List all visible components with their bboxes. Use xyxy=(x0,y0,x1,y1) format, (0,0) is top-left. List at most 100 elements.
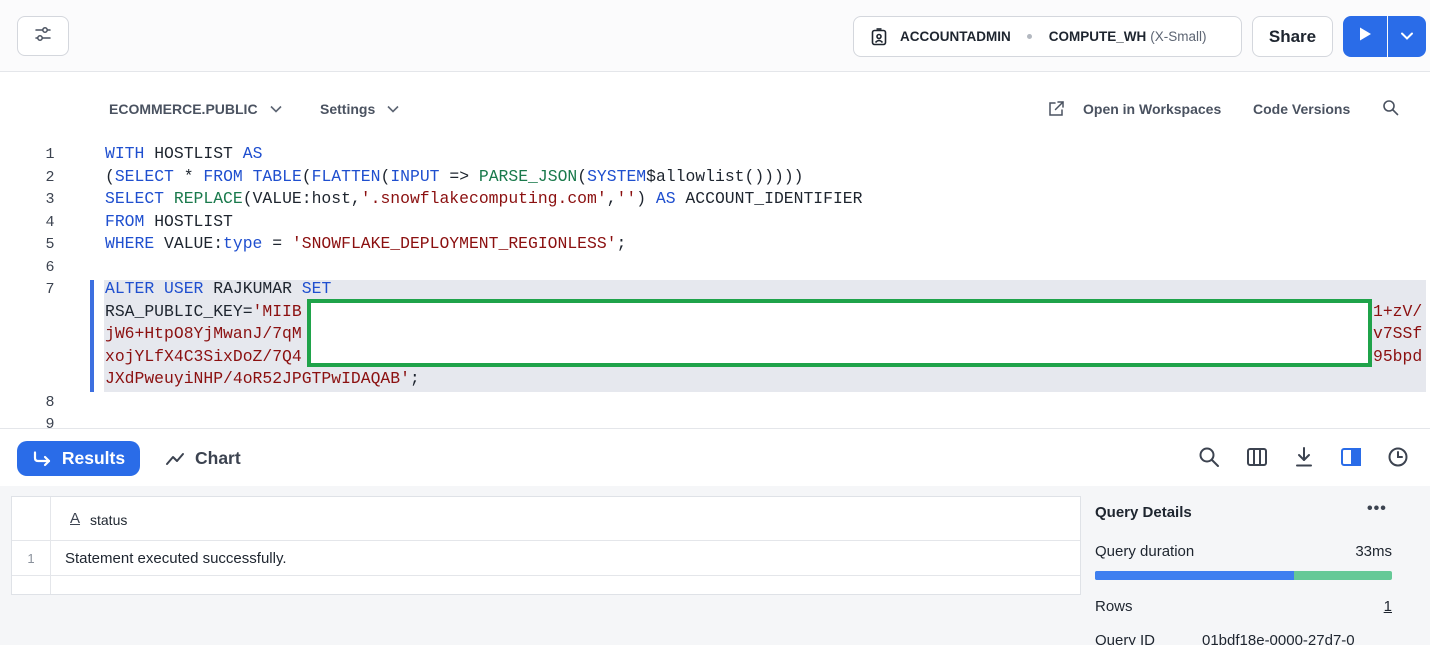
code-line-7-wrap-4[interactable]: JXdPweuyiNHP/4oR52JPGTPwIDAQAB'; xyxy=(105,368,420,391)
sql-keyword: WHERE xyxy=(105,234,155,253)
row-number-divider xyxy=(50,497,51,594)
open-in-workspaces-link[interactable]: Open in Workspaces xyxy=(1047,96,1221,122)
results-toolbar: Results Chart xyxy=(0,428,1430,486)
rows-label: Rows xyxy=(1095,598,1133,615)
sql-keyword: WITH xyxy=(105,144,145,163)
filter-settings-button[interactable] xyxy=(17,16,69,56)
search-results-button[interactable] xyxy=(1197,447,1221,471)
sql-text: HOSTLIST xyxy=(144,144,243,163)
code-line-3[interactable]: SELECT REPLACE(VALUE:host,'.snowflakecom… xyxy=(105,188,862,211)
chart-tab[interactable]: Chart xyxy=(165,441,241,476)
line-number: 4 xyxy=(45,214,55,231)
sql-keyword: SELECT xyxy=(114,167,174,186)
sql-string: 95bpd xyxy=(1373,347,1423,366)
role-name: ACCOUNTADMIN xyxy=(900,29,1011,44)
database-schema-label: ECOMMERCE.PUBLIC xyxy=(109,101,258,117)
toggle-details-panel-button[interactable] xyxy=(1339,447,1363,471)
columns-button[interactable] xyxy=(1245,447,1269,471)
sql-text: = xyxy=(262,234,292,253)
more-options-button[interactable]: ••• xyxy=(1367,500,1387,518)
editor-search-button[interactable] xyxy=(1382,96,1399,122)
context-selector[interactable]: ACCOUNTADMIN COMPUTE_WH (X-Small) xyxy=(853,16,1242,57)
line-number: 8 xyxy=(45,394,55,411)
side-panel-icon xyxy=(1340,447,1362,472)
sql-text: ( xyxy=(105,167,115,186)
download-icon xyxy=(1294,446,1314,473)
line-number: 3 xyxy=(45,191,55,208)
chevron-down-icon xyxy=(269,105,282,113)
line-number: 6 xyxy=(45,259,55,276)
query-duration-label: Query duration xyxy=(1095,543,1195,560)
sql-text: ) xyxy=(636,189,656,208)
search-icon xyxy=(1198,446,1220,473)
sql-text: * xyxy=(173,167,204,186)
warehouse-name: COMPUTE_WH xyxy=(1048,29,1147,44)
query-id-value[interactable]: 01bdf18e-0000-27d7-0 xyxy=(1202,632,1355,645)
code-line-7-wrap-2[interactable]: jW6+HtpO8YjMwanJ/7qM xyxy=(105,323,302,346)
query-duration-value: 33ms xyxy=(1355,543,1392,560)
line-number: 5 xyxy=(45,236,55,253)
line-number: 7 xyxy=(45,281,55,298)
sql-keyword: type xyxy=(223,234,263,253)
sql-keyword: SET xyxy=(301,279,332,298)
sql-string: v7SSf xyxy=(1373,324,1423,343)
code-versions-link[interactable]: Code Versions xyxy=(1253,96,1350,122)
download-button[interactable] xyxy=(1292,446,1316,473)
sql-keyword: FLATTEN xyxy=(311,167,381,186)
code-line-4[interactable]: FROM HOSTLIST xyxy=(105,211,233,234)
code-line-5[interactable]: WHERE VALUE:type = 'SNOWFLAKE_DEPLOYMENT… xyxy=(105,233,626,256)
column-header-status[interactable]: status xyxy=(90,512,127,528)
table-cell[interactable]: Statement executed successfully. xyxy=(65,550,287,567)
run-options-button[interactable] xyxy=(1388,16,1426,57)
sql-function: PARSE_JSON xyxy=(478,167,578,186)
external-link-icon xyxy=(1047,100,1065,118)
sql-text: , xyxy=(606,189,617,208)
settings-dropdown[interactable]: Settings xyxy=(320,96,399,122)
share-button[interactable]: Share xyxy=(1252,16,1333,57)
sql-string: 'MIIB xyxy=(252,302,302,321)
run-button[interactable] xyxy=(1343,16,1387,57)
settings-label: Settings xyxy=(320,101,376,117)
return-arrow-icon xyxy=(32,450,52,467)
separator-dot xyxy=(1026,34,1032,39)
line-number: 2 xyxy=(45,169,55,186)
line-number: 9 xyxy=(45,416,55,428)
code-line-7-wrap-2-tail: v7SSf xyxy=(1373,323,1422,346)
sql-string: '' xyxy=(616,189,637,208)
sql-text: ACCOUNT_IDENTIFIER xyxy=(675,189,863,208)
text-type-icon: A xyxy=(70,510,81,527)
code-line-1[interactable]: WITH HOSTLIST AS xyxy=(105,143,262,166)
code-line-7-wrap-1[interactable]: RSA_PUBLIC_KEY='MIIB xyxy=(105,301,302,324)
sql-text: $allowlist())))) xyxy=(646,167,804,186)
database-schema-selector[interactable]: ECOMMERCE.PUBLIC xyxy=(109,96,282,122)
results-tab[interactable]: Results xyxy=(17,441,140,476)
sql-string: 'SNOWFLAKE_DEPLOYMENT_REGIONLESS' xyxy=(291,234,617,253)
row-number: 1 xyxy=(27,551,35,566)
line-number: 1 xyxy=(45,146,55,163)
sql-keyword: SELECT xyxy=(105,189,165,208)
sql-keyword: FROM xyxy=(203,167,243,186)
warehouse-size: (X-Small) xyxy=(1150,29,1207,44)
code-line-7[interactable]: ALTER USER RAJKUMAR SET xyxy=(105,278,331,301)
sql-keyword: ALTER xyxy=(105,279,155,298)
code-line-2[interactable]: (SELECT * FROM TABLE(FLATTEN(INPUT => PA… xyxy=(105,166,804,189)
history-button[interactable] xyxy=(1386,447,1410,471)
code-line-7-wrap-3[interactable]: xojYLfX4C3SixDoZ/7Q4 xyxy=(105,346,302,369)
sql-string: xojYLfX4C3SixDoZ/7Q4 xyxy=(105,347,302,366)
rows-value[interactable]: 1 xyxy=(1384,598,1392,615)
sql-text: ( xyxy=(577,167,588,186)
sliders-icon xyxy=(34,26,52,47)
sql-text: (VALUE:host, xyxy=(242,189,361,208)
sql-text: ( xyxy=(380,167,391,186)
table-row[interactable]: 1 Statement executed successfully. xyxy=(12,541,1080,576)
code-line-7-wrap-1-tail: 1+zV/ xyxy=(1373,301,1422,324)
selected-statement-marker xyxy=(90,280,94,392)
top-toolbar: ACCOUNTADMIN COMPUTE_WH (X-Small) Share xyxy=(0,0,1430,72)
chart-tab-label: Chart xyxy=(195,448,241,468)
sql-string: jW6+HtpO8YjMwanJ/7qM xyxy=(105,324,302,343)
query-id-label: Query ID xyxy=(1095,632,1156,645)
sql-keyword: AS xyxy=(242,144,263,163)
